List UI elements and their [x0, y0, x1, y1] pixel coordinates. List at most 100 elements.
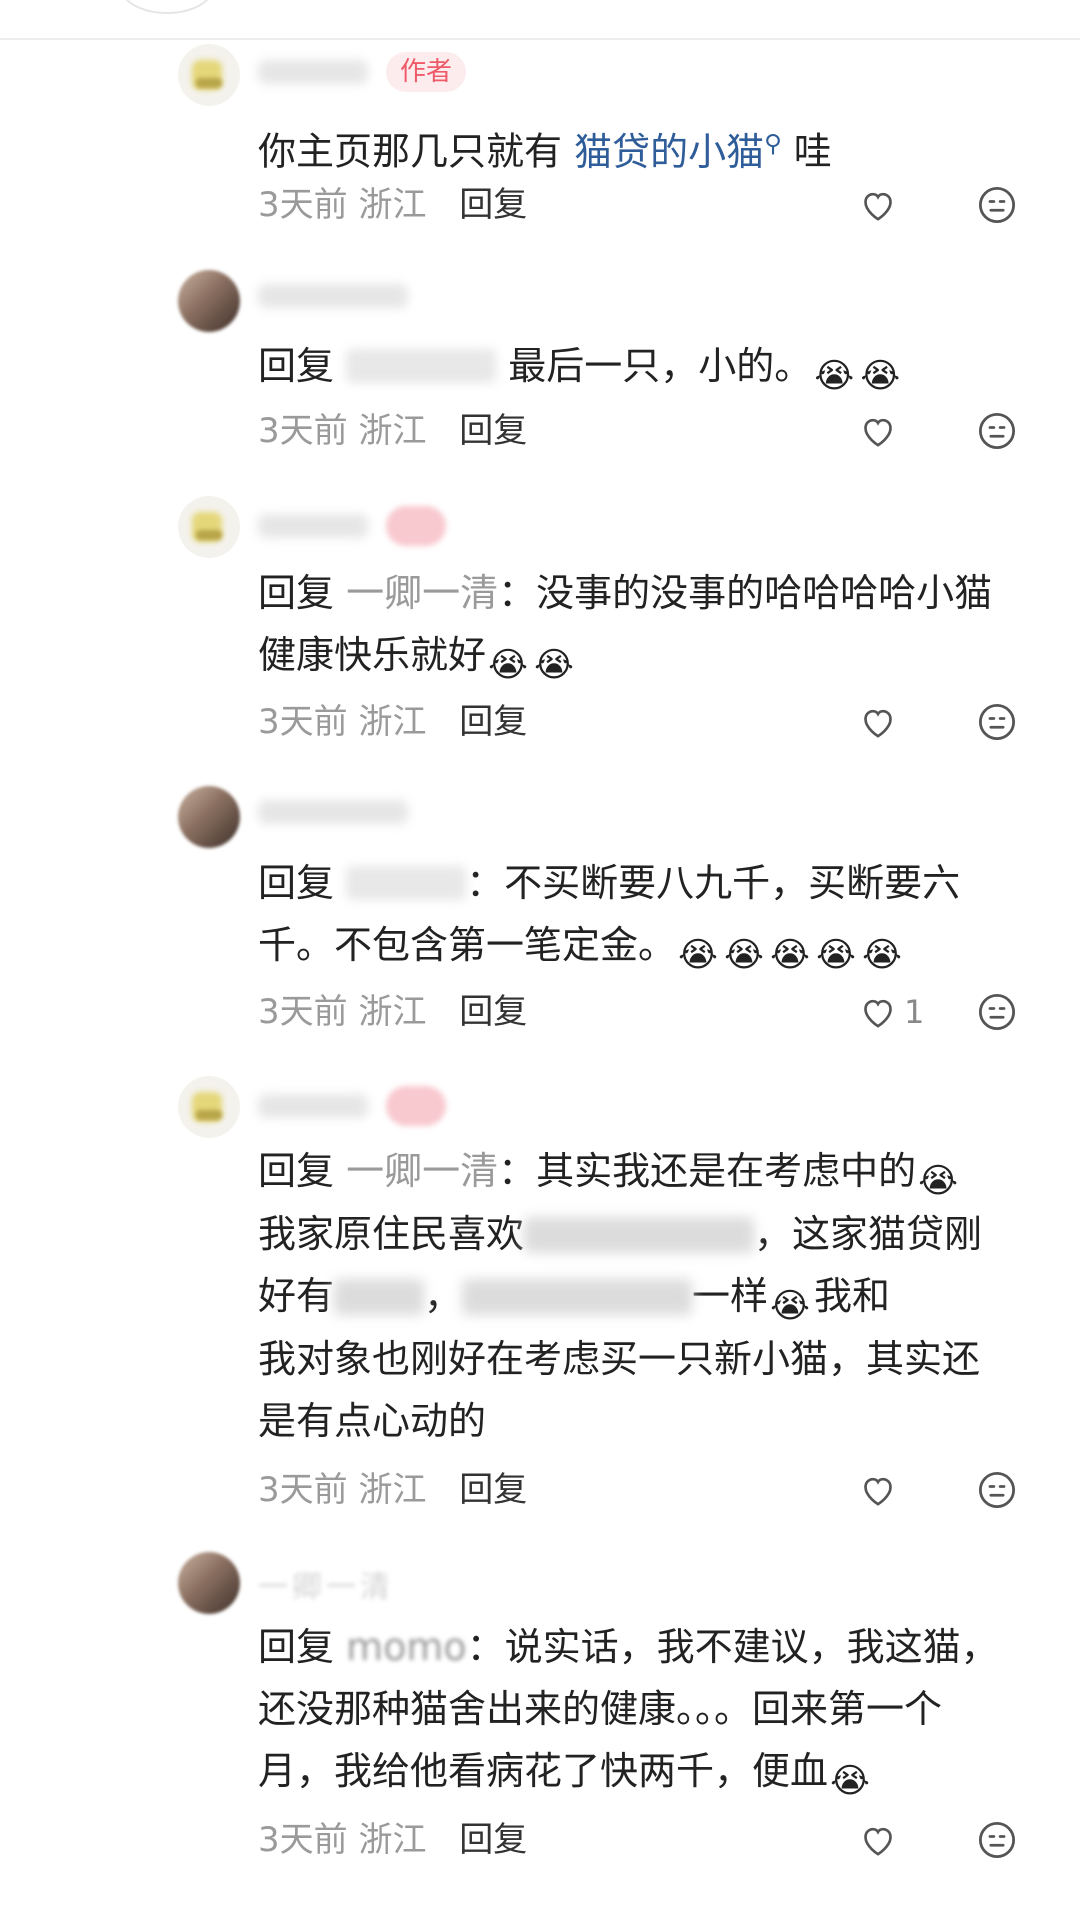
reply-prefix: 回复 [258, 344, 335, 388]
reply-target[interactable]: 一卿一清 [346, 571, 498, 615]
username-blurred[interactable] [258, 60, 368, 84]
comment-meta: 3天前 浙江 回复 [258, 990, 527, 1034]
timestamp: 3天前 [258, 1470, 348, 1510]
crying-face-icon: 😭 [724, 935, 764, 975]
censored-text [334, 1279, 425, 1315]
reply-target-blurred[interactable] [346, 866, 467, 900]
comment-line-2: 还没那种猫舍出来的健康。。。回来第一个 [258, 1687, 943, 1731]
comment-text: 回复 一卿一清：没事的没事的哈哈哈哈小猫 健康快乐就好😭 😭 [258, 562, 1048, 687]
comment-line: 好有 ， 一样😭 我和 [258, 1265, 1048, 1328]
username-blurred[interactable] [258, 284, 408, 308]
crying-face-icon: 😭 [678, 935, 718, 975]
comment-line-3-end: 一样 [692, 1274, 769, 1318]
comment-line: 回复 momo：说实话，我不建议，我这猫， [258, 1616, 1048, 1678]
comment-meta: 3天前 浙江 回复 [258, 1468, 527, 1512]
timestamp: 3天前 [258, 185, 348, 225]
comment-meta: 3天前 浙江 回复 [258, 1818, 527, 1862]
dislike-face-icon[interactable] [976, 1819, 1018, 1861]
divider [0, 38, 1080, 40]
avatar[interactable] [178, 496, 240, 558]
location: 浙江 [358, 1470, 427, 1510]
crying-face-icon: 😭 [770, 935, 810, 975]
comment-line-1: ：其实我还是在考虑中的 [498, 1149, 917, 1193]
location: 浙江 [358, 185, 427, 225]
crying-face-icon: 😭 [862, 935, 902, 975]
avatar[interactable] [178, 44, 240, 106]
username[interactable]: 一卿一清 [258, 1562, 394, 1606]
reply-target-blurred[interactable] [346, 349, 497, 383]
comment-text: 回复 一卿一清：其实我还是在考虑中的😭 我家原住民喜欢 ，这家猫贷刚 好有，一样😭… [258, 1140, 1048, 1452]
comment-line-3: 月，我给他看病花了快两千，便血 [258, 1749, 829, 1793]
comment-line: 我对象也刚好在考虑买一只新小猫，其实还 [258, 1328, 1048, 1390]
comment-line-1: ：没事的没事的哈哈哈哈小猫 [498, 571, 993, 615]
reply-button[interactable]: 回复 [459, 185, 527, 225]
reply-target[interactable]: momo [346, 1625, 467, 1669]
like-button[interactable] [858, 183, 904, 227]
comment-line: 回复 一卿一清：没事的没事的哈哈哈哈小猫 [258, 562, 1048, 624]
heart-icon [864, 1827, 892, 1856]
dislike-face-icon[interactable] [976, 991, 1018, 1033]
comment-text-head: 你主页那几只就有 [258, 129, 563, 174]
dislike-face-icon[interactable] [976, 701, 1018, 743]
comment-line: 健康快乐就好😭 😭 [258, 624, 1048, 687]
username-blurred[interactable] [258, 1094, 368, 1118]
author-badge-blurred [386, 506, 446, 546]
avatar[interactable] [178, 1076, 240, 1138]
like-button[interactable]: 1 [858, 990, 924, 1034]
keyword-link[interactable]: 猫贷的小猫⚲ [574, 129, 782, 174]
reply-button[interactable]: 回复 [459, 1470, 527, 1510]
like-count: 1 [904, 993, 925, 1031]
heart-icon [864, 999, 892, 1028]
comment-text: 回复 ：不买断要八九千，买断要六 千。不包含第一笔定金。😭 😭 😭 😭 😭 [258, 852, 1048, 977]
username-blurred[interactable] [258, 514, 368, 538]
like-button[interactable] [858, 1818, 904, 1862]
dislike-face-icon[interactable] [976, 410, 1018, 452]
heart-icon [864, 709, 892, 738]
comment-line-1: ：不买断要八九千，买断要六 [466, 861, 961, 905]
timestamp: 3天前 [258, 411, 348, 451]
avatar[interactable] [178, 1552, 240, 1614]
comment-line: 最后一只，小的。 [508, 344, 813, 388]
heart-icon [864, 418, 892, 447]
reply-prefix: 回复 [258, 861, 335, 905]
location: 浙江 [358, 411, 427, 451]
comment-line: 月，我给他看病花了快两千，便血😭 [258, 1740, 1048, 1803]
top-avatar-edge [120, 0, 214, 14]
comment-line-5: 是有点心动的 [258, 1399, 487, 1443]
comment-line-2-end: ，这家猫贷刚 [754, 1212, 983, 1256]
reply-target[interactable]: 一卿一清 [346, 1149, 498, 1193]
crying-face-icon: 😭 [860, 356, 901, 396]
like-button[interactable] [858, 700, 904, 744]
comment-meta: 3天前 浙江 回复 [258, 700, 527, 744]
like-button[interactable] [858, 1468, 904, 1512]
comment-meta: 3天前 浙江 回复 [258, 183, 527, 227]
crying-face-icon: 😭 [770, 1286, 810, 1326]
location: 浙江 [358, 702, 427, 742]
comment-line: 回复 ：不买断要八九千，买断要六 [258, 852, 1048, 914]
comment-line: 还没那种猫舍出来的健康。。。回来第一个 [258, 1678, 1048, 1740]
censored-text [524, 1217, 755, 1253]
avatar[interactable] [178, 270, 240, 332]
avatar[interactable] [178, 786, 240, 848]
reply-prefix: 回复 [258, 1149, 335, 1193]
reply-button[interactable]: 回复 [459, 411, 527, 451]
dislike-face-icon[interactable] [976, 1469, 1018, 1511]
crying-face-icon: 😭 [918, 1161, 958, 1201]
crying-face-icon: 😭 [814, 356, 855, 396]
comment-line-4: 我对象也刚好在考虑买一只新小猫，其实还 [258, 1337, 981, 1381]
crying-face-icon: 😭 [816, 935, 856, 975]
comment-text: 你主页那几只就有 猫贷的小猫⚲ 哇 [258, 112, 1048, 183]
comment-text: 回复 momo：说实话，我不建议，我这猫， 还没那种猫舍出来的健康。。。回来第一… [258, 1616, 1048, 1803]
username-blurred[interactable] [258, 800, 408, 824]
comment-text-tail: 哇 [793, 129, 832, 174]
dislike-face-icon[interactable] [976, 184, 1018, 226]
location: 浙江 [358, 1820, 427, 1860]
comment-line-3-mid: ， [424, 1274, 463, 1318]
comment-line: 我家原住民喜欢 ，这家猫贷刚 [258, 1203, 1048, 1265]
comment-line-2: 健康快乐就好 [258, 633, 487, 677]
reply-button[interactable]: 回复 [459, 702, 527, 742]
comment-line-1: ：说实话，我不建议，我这猫， [466, 1625, 999, 1669]
reply-button[interactable]: 回复 [459, 1820, 527, 1860]
like-button[interactable] [858, 409, 904, 453]
reply-button[interactable]: 回复 [459, 992, 527, 1032]
